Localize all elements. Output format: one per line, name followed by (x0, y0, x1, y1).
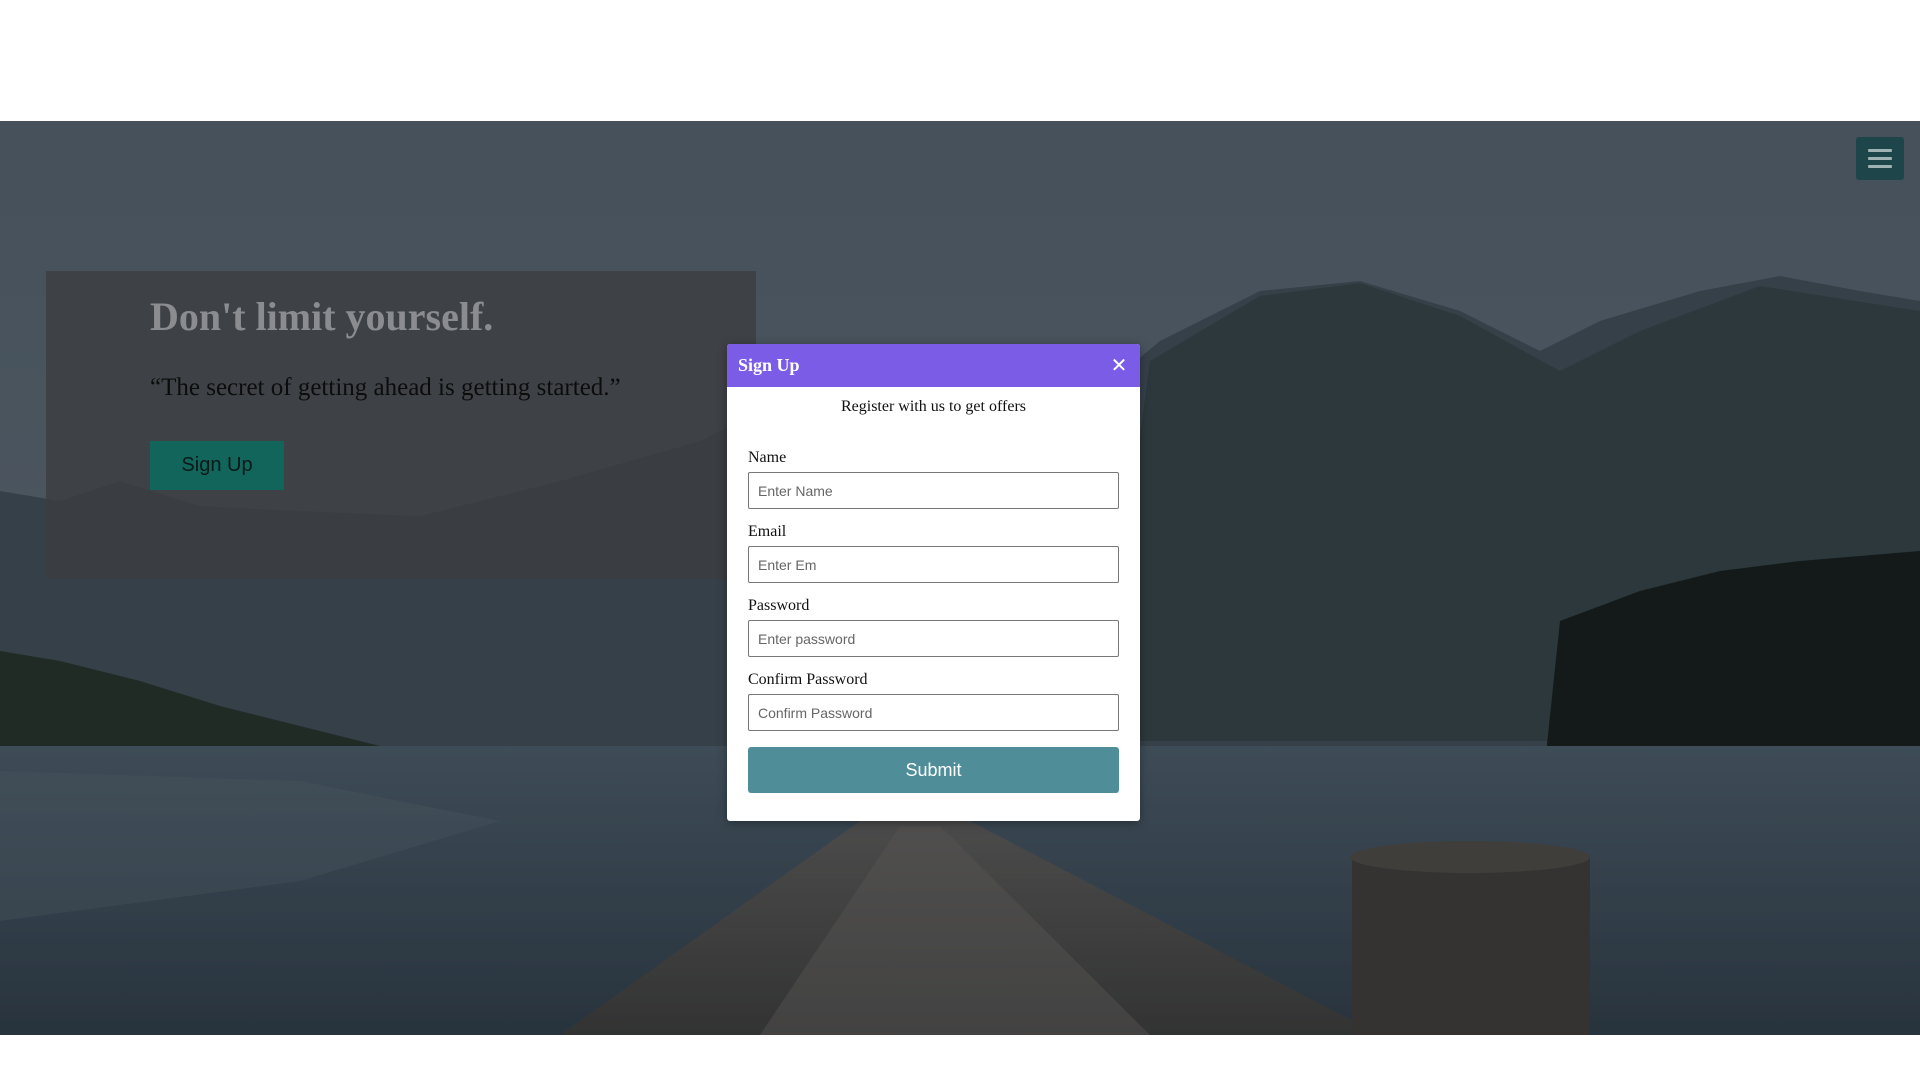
password-field[interactable] (748, 620, 1119, 657)
signup-form: Name Email Password Confirm Password Sub… (748, 449, 1119, 793)
close-icon[interactable]: ✕ (1108, 353, 1130, 377)
modal-header: Sign Up ✕ (727, 344, 1140, 387)
hero-callout: Don't limit yourself. “The secret of get… (46, 271, 756, 579)
signup-modal: Sign Up ✕ Register with us to get offers… (727, 344, 1140, 821)
menu-bar (1868, 165, 1892, 168)
password-label: Password (748, 597, 810, 614)
name-label: Name (748, 449, 787, 466)
hero-signup-button[interactable]: Sign Up (150, 441, 284, 490)
confirm-password-label: Confirm Password (748, 671, 868, 688)
modal-title: Sign Up (738, 355, 800, 375)
confirm-password-field[interactable] (748, 694, 1119, 731)
modal-subtitle: Register with us to get offers (840, 398, 1026, 415)
hero-quote: “The secret of getting ahead is getting … (150, 374, 621, 401)
hamburger-menu-icon[interactable] (1856, 137, 1904, 180)
name-field[interactable] (748, 472, 1119, 509)
submit-button[interactable]: Submit (748, 747, 1119, 793)
email-field[interactable] (748, 546, 1119, 583)
menu-bar (1868, 157, 1892, 160)
menu-bar (1868, 149, 1892, 152)
email-label: Email (748, 523, 787, 540)
hero-heading: Don't limit yourself. (150, 294, 494, 339)
